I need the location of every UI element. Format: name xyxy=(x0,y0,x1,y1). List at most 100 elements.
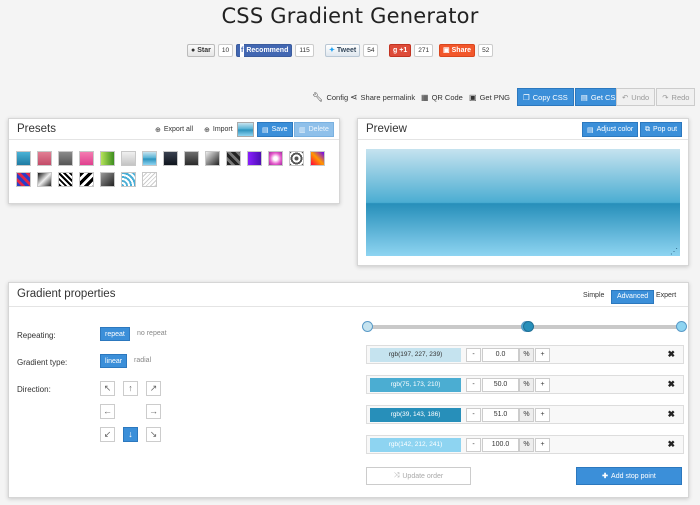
stop-plus-button[interactable]: + xyxy=(535,348,550,362)
update-order-button[interactable]: ⤨ Update order xyxy=(366,467,471,485)
stop-row: rgb(197, 227, 239) - 0.0 % + ✖ xyxy=(366,345,684,364)
presets-header: Presets ⊕ Export all ⊕ Import ▤ Save ▥ Delet… xyxy=(9,119,339,140)
stop-knob[interactable] xyxy=(362,321,373,332)
current-gradient-thumb xyxy=(237,122,254,137)
preview-title: Preview xyxy=(366,123,407,135)
qr-code-link[interactable]: ▦ QR Code xyxy=(421,88,463,106)
preset-swatch[interactable] xyxy=(16,151,31,166)
preset-swatch[interactable] xyxy=(121,172,136,187)
direction-top-button[interactable]: ↑ xyxy=(123,381,138,396)
preset-swatch[interactable] xyxy=(226,151,241,166)
preview-panel: Preview ▤ Adjust color ⧉ Pop out ⋰ xyxy=(357,118,689,266)
remove-stop-icon[interactable]: ✖ xyxy=(667,379,675,390)
preset-swatch[interactable] xyxy=(37,172,52,187)
repeat-option[interactable]: repeat xyxy=(100,327,130,341)
adjust-color-button[interactable]: ▤ Adjust color xyxy=(582,122,639,137)
direction-right-button[interactable]: → xyxy=(146,404,161,419)
stop-position-input[interactable]: 0.0 xyxy=(482,348,519,362)
github-star-widget: ● Star 10 xyxy=(187,43,234,57)
copy-icon: ❐ xyxy=(523,92,530,102)
linear-option[interactable]: linear xyxy=(100,354,128,368)
stop-knob[interactable] xyxy=(523,321,534,332)
tweet-button[interactable]: ✦ Tweet xyxy=(325,43,361,57)
stop-color-swatch[interactable]: rgb(39, 143, 186) xyxy=(370,408,461,422)
preset-swatch[interactable] xyxy=(268,151,283,166)
file-icon: ▤ xyxy=(580,92,588,102)
preset-swatch[interactable] xyxy=(58,151,73,166)
preset-swatch[interactable] xyxy=(79,172,94,187)
gradient-properties-title: Gradient properties xyxy=(17,288,116,300)
copy-css-button[interactable]: ❐ Copy CSS xyxy=(517,88,574,106)
preset-swatch[interactable] xyxy=(100,172,115,187)
preset-swatch[interactable] xyxy=(16,172,31,187)
upload-icon: ⊕ xyxy=(155,126,161,134)
gradient-preview: ⋰ xyxy=(366,149,680,256)
export-all-button[interactable]: ⊕ Export all xyxy=(151,122,197,137)
preset-swatch[interactable] xyxy=(289,151,304,166)
share-button[interactable]: ▣ Share xyxy=(439,43,476,57)
direction-bottom-button[interactable]: ↓ xyxy=(123,427,138,442)
share-permalink-link[interactable]: ⋖ Share permalink xyxy=(350,88,415,106)
preset-swatch[interactable] xyxy=(100,151,115,166)
stop-color-swatch[interactable]: rgb(197, 227, 239) xyxy=(370,348,461,362)
stop-position-input[interactable]: 50.0 xyxy=(482,378,519,392)
preset-swatch[interactable] xyxy=(205,151,220,166)
preset-swatch[interactable] xyxy=(121,151,136,166)
save-preset-button[interactable]: ▤ Save xyxy=(257,122,293,137)
preset-swatch[interactable] xyxy=(184,151,199,166)
direction-top-left-button[interactable]: ↖ xyxy=(100,381,115,396)
config-link[interactable]: 🔧︎ Config xyxy=(312,88,348,106)
direction-bottom-left-button[interactable]: ↙ xyxy=(100,427,115,442)
facebook-icon: f xyxy=(240,43,245,57)
preset-swatch[interactable] xyxy=(163,151,178,166)
stop-plus-button[interactable]: + xyxy=(535,378,550,392)
import-button[interactable]: ⊕ Import xyxy=(200,122,237,137)
stop-position-input[interactable]: 100.0 xyxy=(482,438,519,452)
stop-position-input[interactable]: 51.0 xyxy=(482,408,519,422)
stop-color-swatch[interactable]: rgb(75, 173, 210) xyxy=(370,378,461,392)
mode-simple-tab[interactable]: Simple xyxy=(578,290,609,304)
remove-stop-icon[interactable]: ✖ xyxy=(667,439,675,450)
direction-top-right-button[interactable]: ↗ xyxy=(146,381,161,396)
github-star-button[interactable]: ● Star xyxy=(187,43,215,57)
stop-knob[interactable] xyxy=(676,321,687,332)
plus-icon: ✚ xyxy=(602,473,609,480)
mode-advanced-tab[interactable]: Advanced xyxy=(611,290,655,304)
add-stop-point-button[interactable]: ✚ Add stop point xyxy=(576,467,682,485)
preset-swatch[interactable] xyxy=(79,151,94,166)
remove-stop-icon[interactable]: ✖ xyxy=(667,349,675,360)
preset-swatch[interactable] xyxy=(247,151,262,166)
stop-plus-button[interactable]: + xyxy=(535,408,550,422)
github-icon: ● xyxy=(191,46,196,54)
direction-left-button[interactable]: ← xyxy=(100,404,115,419)
undo-button[interactable]: ↶ Undo xyxy=(616,88,656,106)
preset-swatch[interactable] xyxy=(37,151,52,166)
remove-stop-icon[interactable]: ✖ xyxy=(667,409,675,420)
stop-minus-button[interactable]: - xyxy=(466,408,481,422)
resize-handle-icon[interactable]: ⋰ xyxy=(670,247,678,256)
radial-option[interactable]: radial xyxy=(134,354,151,368)
stop-row: rgb(142, 212, 241) - 100.0 % + ✖ xyxy=(366,435,684,454)
mode-expert-tab[interactable]: Expert xyxy=(651,290,681,304)
stop-plus-button[interactable]: + xyxy=(535,438,550,452)
gradient-type-label: Gradient type: xyxy=(17,358,68,367)
delete-preset-button[interactable]: ▥ Delete xyxy=(294,122,334,137)
pop-out-button[interactable]: ⧉ Pop out xyxy=(640,122,683,137)
no-repeat-option[interactable]: no repeat xyxy=(137,327,167,341)
get-png-link[interactable]: ▣ Get PNG xyxy=(469,88,510,106)
stop-minus-button[interactable]: - xyxy=(466,348,481,362)
stop-minus-button[interactable]: - xyxy=(466,438,481,452)
facebook-recommend-button[interactable]: f Recommend xyxy=(236,43,293,57)
stop-minus-button[interactable]: - xyxy=(466,378,481,392)
arrow-right-icon: → xyxy=(149,406,158,416)
preset-swatch[interactable] xyxy=(142,172,157,187)
stop-color-swatch[interactable]: rgb(142, 212, 241) xyxy=(370,438,461,452)
facebook-widget: f Recommend 115 xyxy=(236,43,314,57)
redo-button[interactable]: ↷ Redo xyxy=(656,88,696,106)
direction-bottom-right-button[interactable]: ↘ xyxy=(146,427,161,442)
gplus-widget: g +1 271 xyxy=(389,43,434,57)
preset-swatch[interactable] xyxy=(142,151,157,166)
preset-swatch[interactable] xyxy=(58,172,73,187)
preset-swatch[interactable] xyxy=(310,151,325,166)
gplus-button[interactable]: g +1 xyxy=(389,43,412,57)
